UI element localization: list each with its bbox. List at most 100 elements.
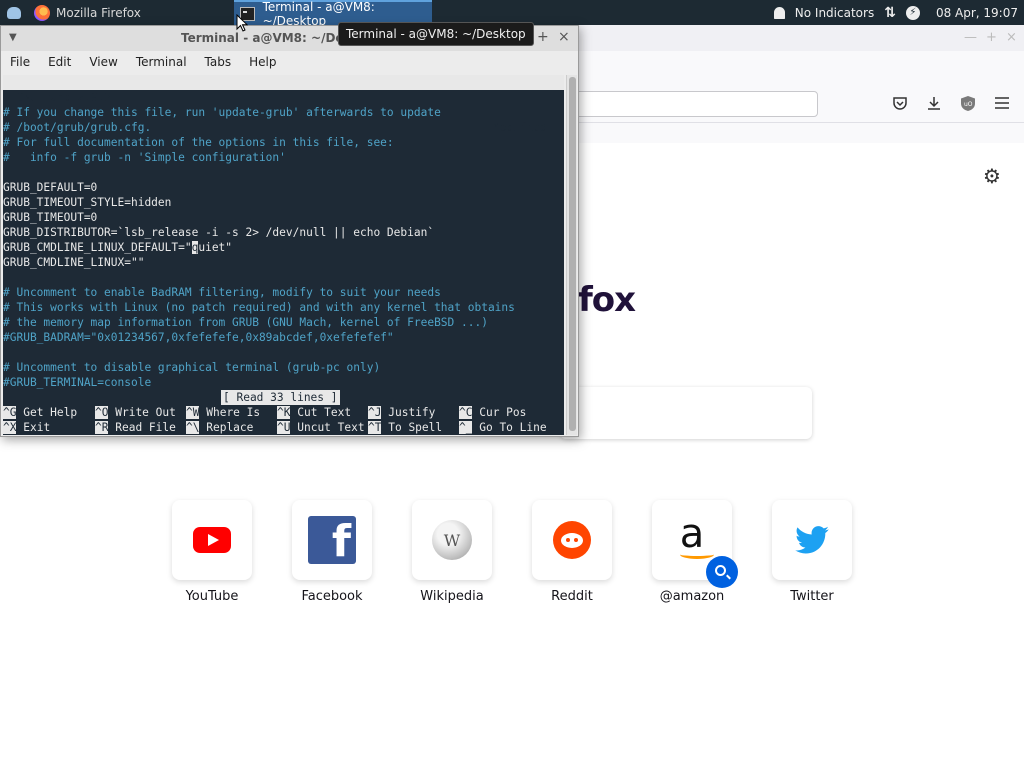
menu-terminal[interactable]: Terminal	[127, 55, 196, 69]
top-site-tile[interactable]	[532, 500, 612, 580]
nano-line: # For full documentation of the options …	[3, 136, 394, 149]
menu-tabs[interactable]: Tabs	[196, 55, 241, 69]
nano-shortcut: ^X Exit	[3, 420, 50, 435]
maximize-icon[interactable]: +	[537, 29, 549, 45]
shortcut-key: ^O	[95, 406, 109, 419]
nano-line: #GRUB_TERMINAL=console	[3, 376, 152, 389]
top-site-reddit[interactable]: Reddit	[532, 500, 612, 604]
top-site-label: @amazon	[659, 589, 725, 604]
gear-icon[interactable]: ⚙	[983, 164, 1001, 188]
shortcut-key: ^R	[95, 421, 109, 434]
shortcut-label: Justify	[388, 406, 436, 419]
nano-shortcut: ^K Cut Text	[277, 405, 351, 420]
shortcut-key: ^W	[186, 406, 200, 419]
shortcut-label: Replace	[206, 421, 254, 434]
menu-file[interactable]: File	[1, 55, 39, 69]
terminal-menubar: File Edit View Terminal Tabs Help	[1, 51, 578, 73]
nano-line: GRUB_TIMEOUT=0	[3, 211, 98, 224]
top-site-twitter[interactable]: Twitter	[772, 500, 852, 604]
reddit-icon	[553, 521, 591, 559]
nano-status: [ Read 33 lines ]	[221, 390, 340, 405]
menu-edit[interactable]: Edit	[39, 55, 80, 69]
scrollbar-thumb[interactable]	[569, 77, 576, 431]
download-icon[interactable]	[925, 95, 943, 111]
top-site-tile[interactable]	[172, 500, 252, 580]
window-menu-icon[interactable]: ▼	[9, 32, 17, 43]
nano-shortcut: ^G Get Help	[3, 405, 77, 420]
top-site-wikipedia[interactable]: W Wikipedia	[412, 500, 492, 604]
nano-line: GRUB_DEFAULT=0	[3, 181, 98, 194]
network-icon[interactable]: ⇅	[884, 5, 896, 21]
shortcut-label: Get Help	[23, 406, 78, 419]
shortcut-label: Uncut Text	[297, 421, 365, 434]
shortcut-key: ^G	[3, 406, 17, 419]
nano-shortcut: ^_ Go To Line	[459, 420, 547, 435]
close-icon[interactable]: ×	[1006, 30, 1017, 45]
shortcut-key: ^X	[3, 421, 17, 434]
top-site-label: Wikipedia	[420, 589, 484, 604]
nano-line: # the memory map information from GRUB (…	[3, 316, 488, 329]
nano-line: GRUB_TIMEOUT_STYLE=hidden	[3, 196, 172, 209]
top-site-label: YouTube	[185, 589, 239, 604]
shortcut-label: Where Is	[206, 406, 261, 419]
taskbar-item-label: Mozilla Firefox	[56, 5, 141, 20]
shortcut-label: Write Out	[115, 406, 176, 419]
nano-line: # /boot/grub/grub.cfg.	[3, 121, 152, 134]
menu-view[interactable]: View	[80, 55, 126, 69]
shortcut-label: Go To Line	[479, 421, 547, 434]
top-site-amazon[interactable]: a @amazon	[652, 500, 738, 604]
terminal-window: ▼ Terminal - a@VM8: ~/Deskt — + × File E…	[0, 25, 579, 437]
nano-shortcut: ^W Where Is	[186, 405, 260, 420]
top-site-facebook[interactable]: f Facebook	[292, 500, 372, 604]
nano-line: # Uncomment to disable graphical termina…	[3, 361, 381, 374]
shortcut-label: Exit	[23, 421, 51, 434]
minimize-icon[interactable]: —	[964, 30, 977, 45]
top-site-tile[interactable]	[772, 500, 852, 580]
shortcut-label: Cur Pos	[479, 406, 527, 419]
taskbar-item-firefox[interactable]: Mozilla Firefox	[28, 0, 234, 25]
address-bar[interactable]	[560, 91, 818, 117]
clock[interactable]: 08 Apr, 19:07	[936, 6, 1018, 20]
shortcut-label: Read File	[115, 421, 176, 434]
top-site-youtube[interactable]: YouTube	[172, 500, 252, 604]
power-icon[interactable]: ⚡	[905, 5, 920, 20]
nano-shortcut: ^R Read File	[95, 420, 176, 435]
twitter-icon	[795, 526, 829, 554]
top-site-label: Twitter	[790, 589, 834, 604]
nano-shortcut: ^J Justify	[368, 405, 435, 420]
nano-shortcut: ^T To Spell	[368, 420, 442, 435]
nano-line: GRUB_DISTRIBUTOR=`lsb_release -i -s 2> /…	[3, 226, 435, 239]
pocket-icon[interactable]	[891, 95, 909, 111]
ublock-icon[interactable]: uO	[959, 95, 977, 111]
indicator-label[interactable]: No Indicators	[795, 6, 874, 20]
amazon-icon: a	[679, 514, 714, 559]
shortcut-key: ^C	[459, 406, 473, 419]
newtab-search-box[interactable]	[560, 387, 812, 439]
shortcut-label: To Spell	[388, 421, 443, 434]
shortcut-key: ^K	[277, 406, 291, 419]
menu-help[interactable]: Help	[240, 55, 285, 69]
nano-header: GNU nano 2.9.3 /etc/default/grub Modifie…	[3, 75, 564, 134]
mouse-cursor-icon	[236, 14, 248, 32]
facebook-icon: f	[308, 516, 356, 564]
terminal-screen[interactable]: GNU nano 2.9.3 /etc/default/grub Modifie…	[3, 75, 564, 435]
close-icon[interactable]: ×	[558, 29, 570, 45]
terminal-scrollbar[interactable]	[566, 75, 577, 435]
notification-bell-icon[interactable]	[773, 6, 785, 19]
nano-line: GRUB_CMDLINE_LINUX_DEFAULT="quiet"	[3, 241, 233, 254]
shortcut-key: ^_	[459, 421, 473, 434]
shortcut-key: ^U	[277, 421, 291, 434]
hamburger-menu-icon[interactable]	[993, 95, 1011, 111]
app-menu-button[interactable]	[0, 0, 28, 25]
top-site-tile[interactable]: W	[412, 500, 492, 580]
app-menu-icon	[7, 6, 21, 19]
top-site-tile[interactable]: a	[652, 500, 738, 588]
nano-shortcut: ^U Uncut Text	[277, 420, 365, 435]
top-site-tile[interactable]: f	[292, 500, 372, 580]
nano-line: # This works with Linux (no patch requir…	[3, 301, 515, 314]
maximize-icon[interactable]: +	[986, 30, 997, 45]
nano-line: # Uncomment to enable BadRAM filtering, …	[3, 286, 441, 299]
tooltip: Terminal - a@VM8: ~/Desktop	[338, 22, 534, 46]
nano-line: GRUB_CMDLINE_LINUX=""	[3, 256, 145, 269]
nano-line: #GRUB_BADRAM="0x01234567,0xfefefefe,0x89…	[3, 331, 394, 344]
